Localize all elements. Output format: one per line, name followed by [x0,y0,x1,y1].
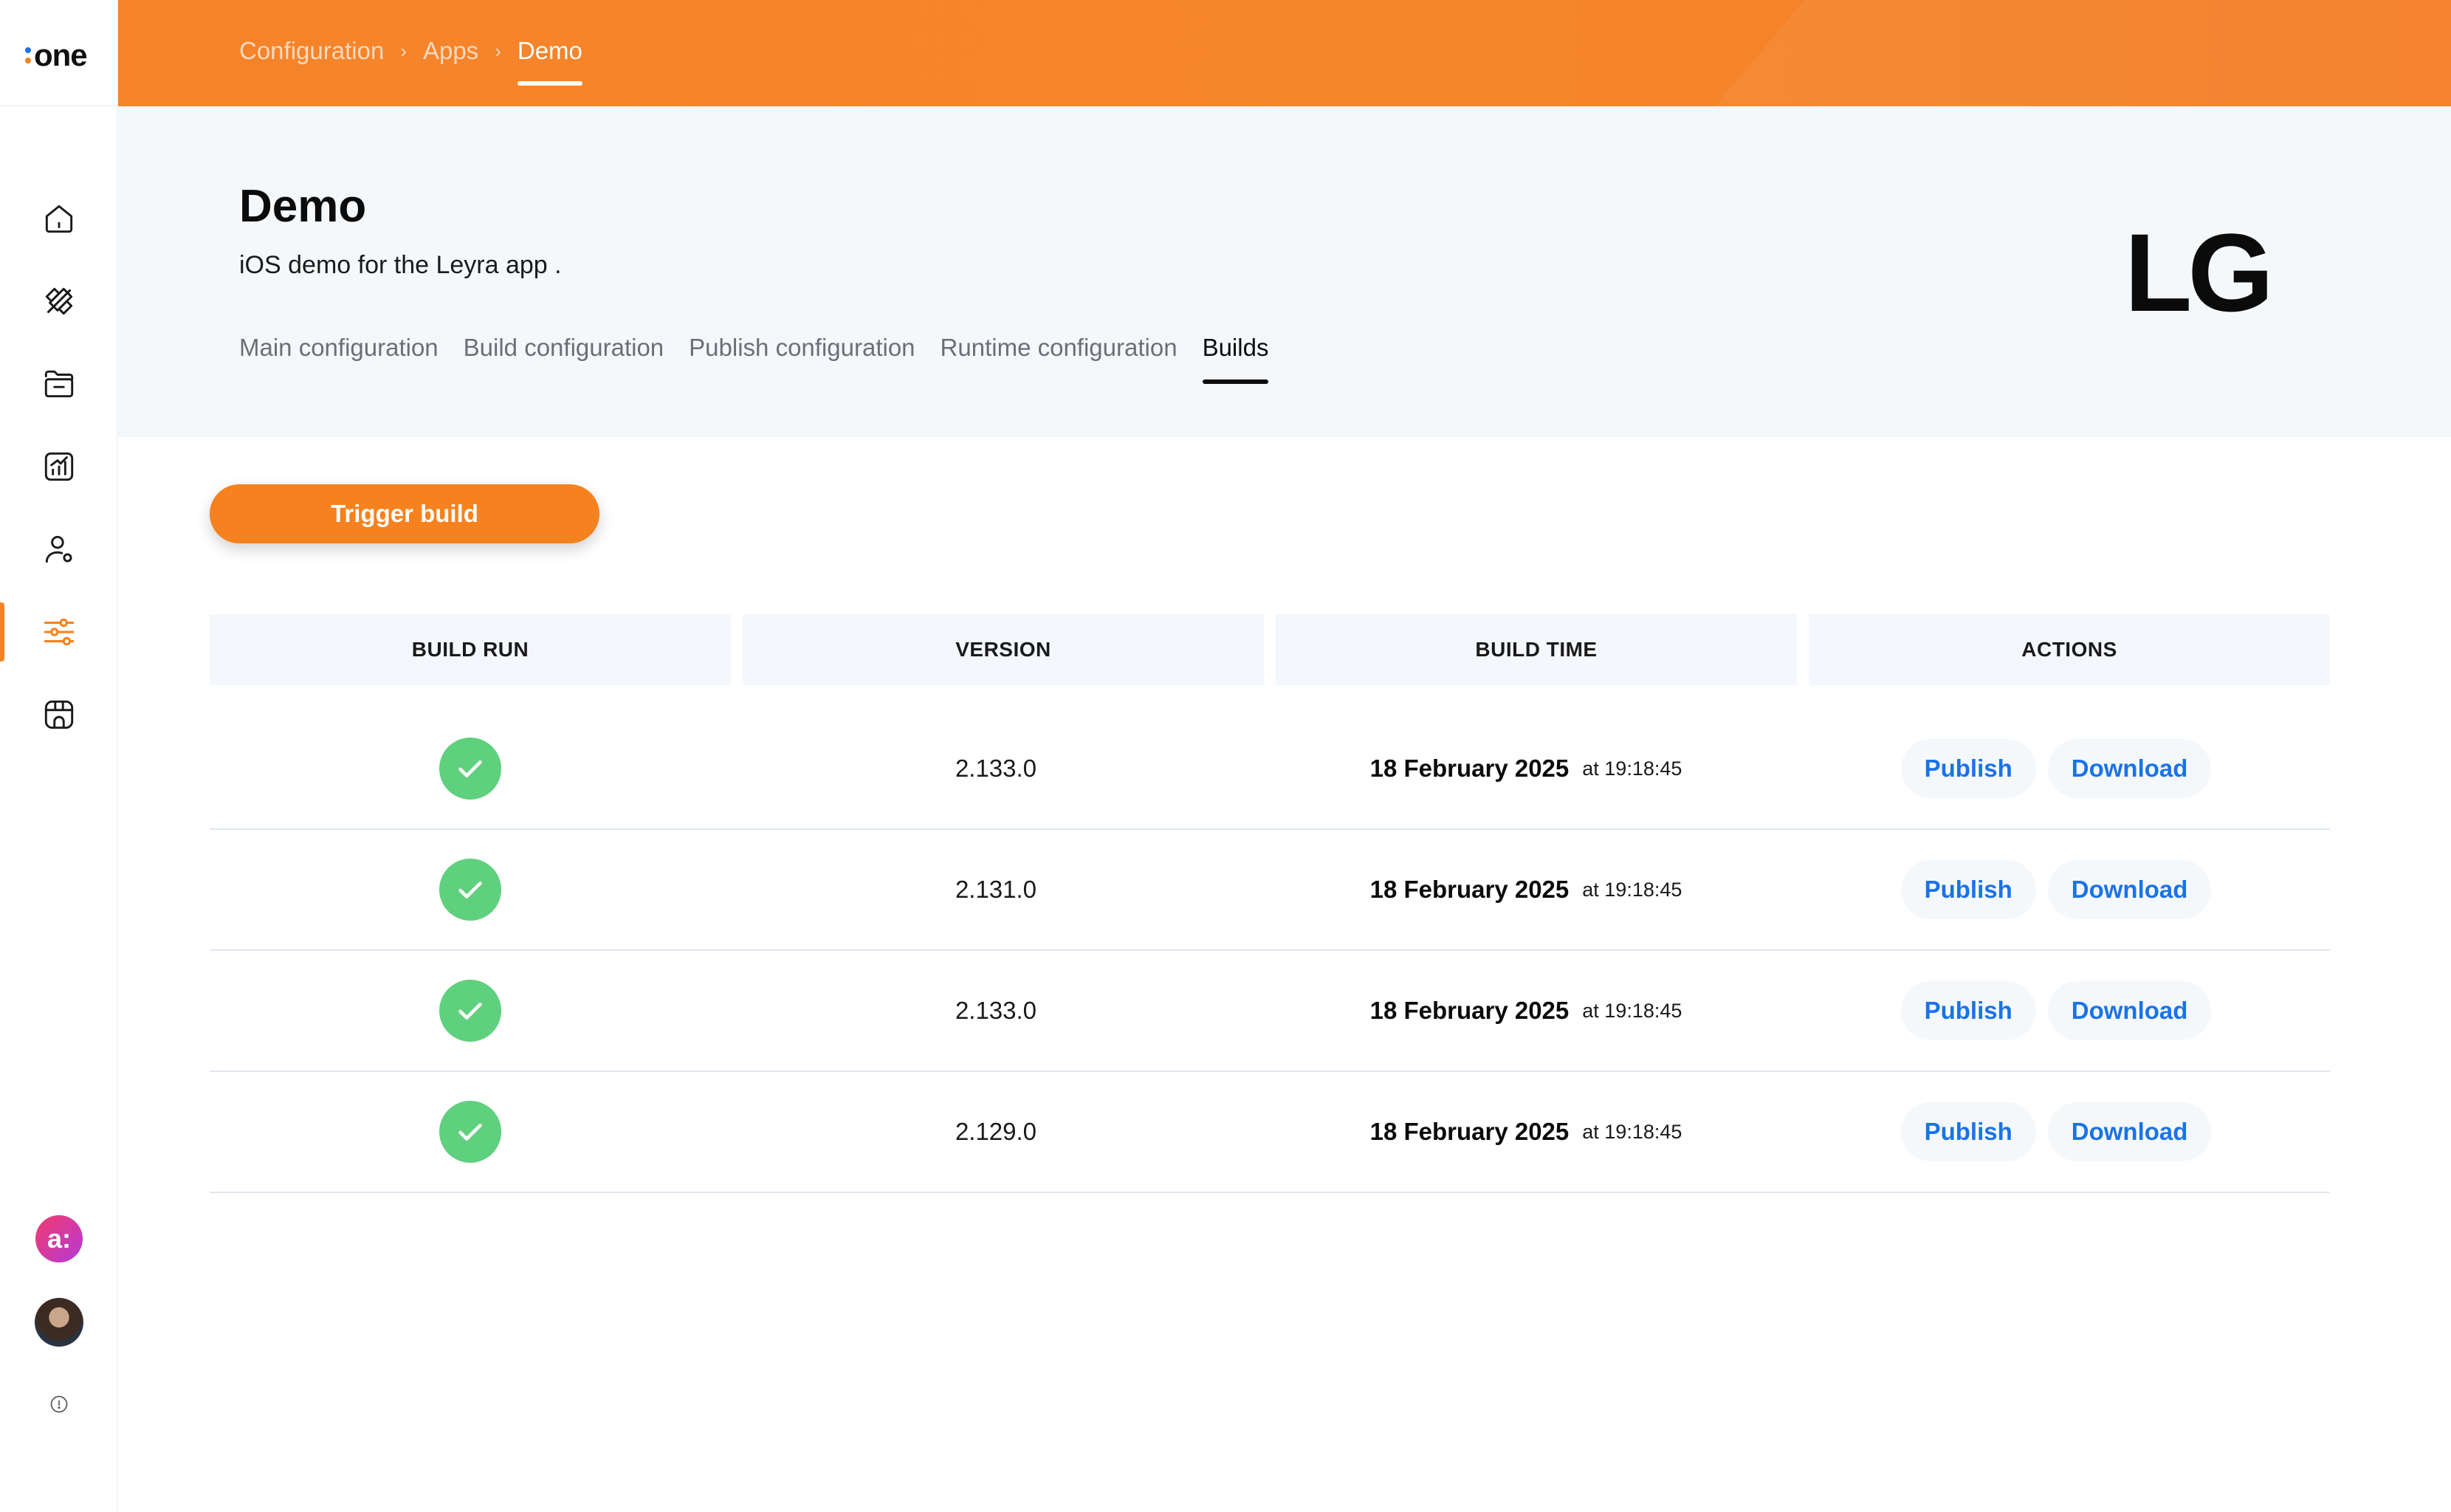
tab-runtime-configuration[interactable]: Runtime configuration [941,334,1178,384]
sliders-icon [44,618,75,646]
table-body: 2.133.0 18 February 2025 at 19:18:45 Pub… [210,709,2330,1193]
success-check-icon [439,1101,501,1163]
sidebar-item-configuration[interactable] [0,602,118,662]
version-value: 2.131.0 [955,876,1037,903]
home-icon [45,205,73,233]
brand-avatar[interactable]: a: [35,1215,83,1262]
page-title: Demo [239,181,367,232]
brand-logo[interactable]: one [25,37,88,74]
table-row: 2.133.0 18 February 2025 at 19:18:45 Pub… [210,709,2330,830]
table-row: 2.131.0 18 February 2025 at 19:18:45 Pub… [210,830,2330,951]
chevron-right-icon: › [400,39,407,62]
build-time-cell: 18 February 2025 at 19:18:45 [1261,1118,1791,1146]
trigger-build-button[interactable]: Trigger build [210,484,599,543]
logo-dots [25,47,31,63]
version-value: 2.133.0 [955,997,1037,1024]
sidebar-item-analytics[interactable] [0,437,118,496]
analytics-icon [44,452,74,481]
user-settings-icon [45,535,72,563]
publish-button[interactable]: Publish [1900,860,2036,919]
build-run-cell [210,738,731,800]
publish-button[interactable]: Publish [1900,1102,2036,1161]
build-time-cell: 18 February 2025 at 19:18:45 [1261,997,1791,1025]
user-avatar-wrap [0,1298,118,1347]
publish-button[interactable]: Publish [1900,981,2036,1040]
sidebar-item-store[interactable] [0,685,118,744]
success-check-icon [439,738,501,800]
version-value: 2.133.0 [955,755,1037,782]
table-row: 2.129.0 18 February 2025 at 19:18:45 Pub… [210,1072,2330,1193]
version-cell: 2.133.0 [731,997,1261,1025]
info-icon[interactable] [49,1394,69,1415]
page-description: iOS demo for the Leyra app . [239,251,562,279]
column-header-version: VERSION [743,614,1264,685]
table-header: BUILD RUN VERSION BUILD TIME ACTIONS [210,614,2330,685]
column-header-build-run: BUILD RUN [210,614,731,685]
config-tabs: Main configuration Build configuration P… [239,334,1268,384]
build-time-cell: 18 February 2025 at 19:18:45 [1261,755,1791,783]
success-check-icon [439,859,501,921]
build-time: at 19:18:45 [1582,1120,1682,1143]
column-header-build-time: BUILD TIME [1276,614,1797,685]
tab-build-configuration[interactable]: Build configuration [464,334,664,384]
tab-builds[interactable]: Builds [1202,334,1268,384]
build-run-cell [210,859,731,921]
version-cell: 2.131.0 [731,876,1261,904]
folder-icon [44,370,74,398]
breadcrumb-configuration[interactable]: Configuration [239,37,384,65]
download-button[interactable]: Download [2047,860,2212,919]
sidebar-divider [0,105,118,106]
sidebar-item-folder[interactable] [0,354,118,413]
app-hero: Demo iOS demo for the Leyra app . LG Mai… [118,106,2451,437]
builds-table: BUILD RUN VERSION BUILD TIME ACTIONS 2.1… [210,614,2330,1193]
publish-button[interactable]: Publish [1900,739,2036,798]
build-time: at 19:18:45 [1582,999,1682,1022]
version-value: 2.129.0 [955,1118,1037,1145]
user-avatar[interactable] [35,1298,83,1347]
brand-avatar-wrap: a: [0,1215,118,1262]
sidebar-item-home[interactable] [0,189,118,248]
breadcrumb-apps[interactable]: Apps [423,37,478,65]
logo-dot-orange [25,58,31,63]
logo-text: one [34,38,88,72]
build-run-cell [210,980,731,1042]
actions-cell: Publish Download [1791,860,2321,919]
build-date: 18 February 2025 [1369,876,1570,903]
download-button[interactable]: Download [2047,739,2212,798]
store-icon [44,700,74,729]
build-time-cell: 18 February 2025 at 19:18:45 [1261,876,1791,904]
actions-cell: Publish Download [1791,1102,2321,1161]
success-check-icon [439,980,501,1042]
actions-cell: Publish Download [1791,739,2321,798]
version-cell: 2.129.0 [731,1118,1261,1146]
app-root: one a: Configuration › Apps › Demo Demo … [0,0,2451,1512]
logo-dot-blue [25,47,31,53]
tab-main-configuration[interactable]: Main configuration [239,334,439,384]
breadcrumb-demo[interactable]: Demo [517,37,582,86]
info-wrap [0,1394,118,1415]
build-date: 18 February 2025 [1369,997,1570,1024]
actions-cell: Publish Download [1791,981,2321,1040]
sidebar-item-design[interactable] [0,272,118,331]
column-header-actions: ACTIONS [1809,614,2330,685]
sidebar: one a: [0,0,118,1512]
download-button[interactable]: Download [2047,1102,2212,1161]
build-date: 18 February 2025 [1369,755,1570,782]
build-time: at 19:18:45 [1582,878,1682,901]
table-row: 2.133.0 18 February 2025 at 19:18:45 Pub… [210,951,2330,1072]
build-time: at 19:18:45 [1582,757,1682,780]
download-button[interactable]: Download [2047,981,2212,1040]
tab-publish-configuration[interactable]: Publish configuration [689,334,915,384]
chevron-right-icon: › [495,39,501,62]
sidebar-item-users[interactable] [0,520,118,579]
breadcrumb: Configuration › Apps › Demo [239,37,582,86]
top-header: Configuration › Apps › Demo [118,0,2451,106]
version-cell: 2.133.0 [731,755,1261,783]
build-run-cell [210,1101,731,1163]
build-date: 18 February 2025 [1369,1118,1570,1145]
app-logo: LG [2124,210,2274,334]
design-tools-icon [45,287,73,315]
